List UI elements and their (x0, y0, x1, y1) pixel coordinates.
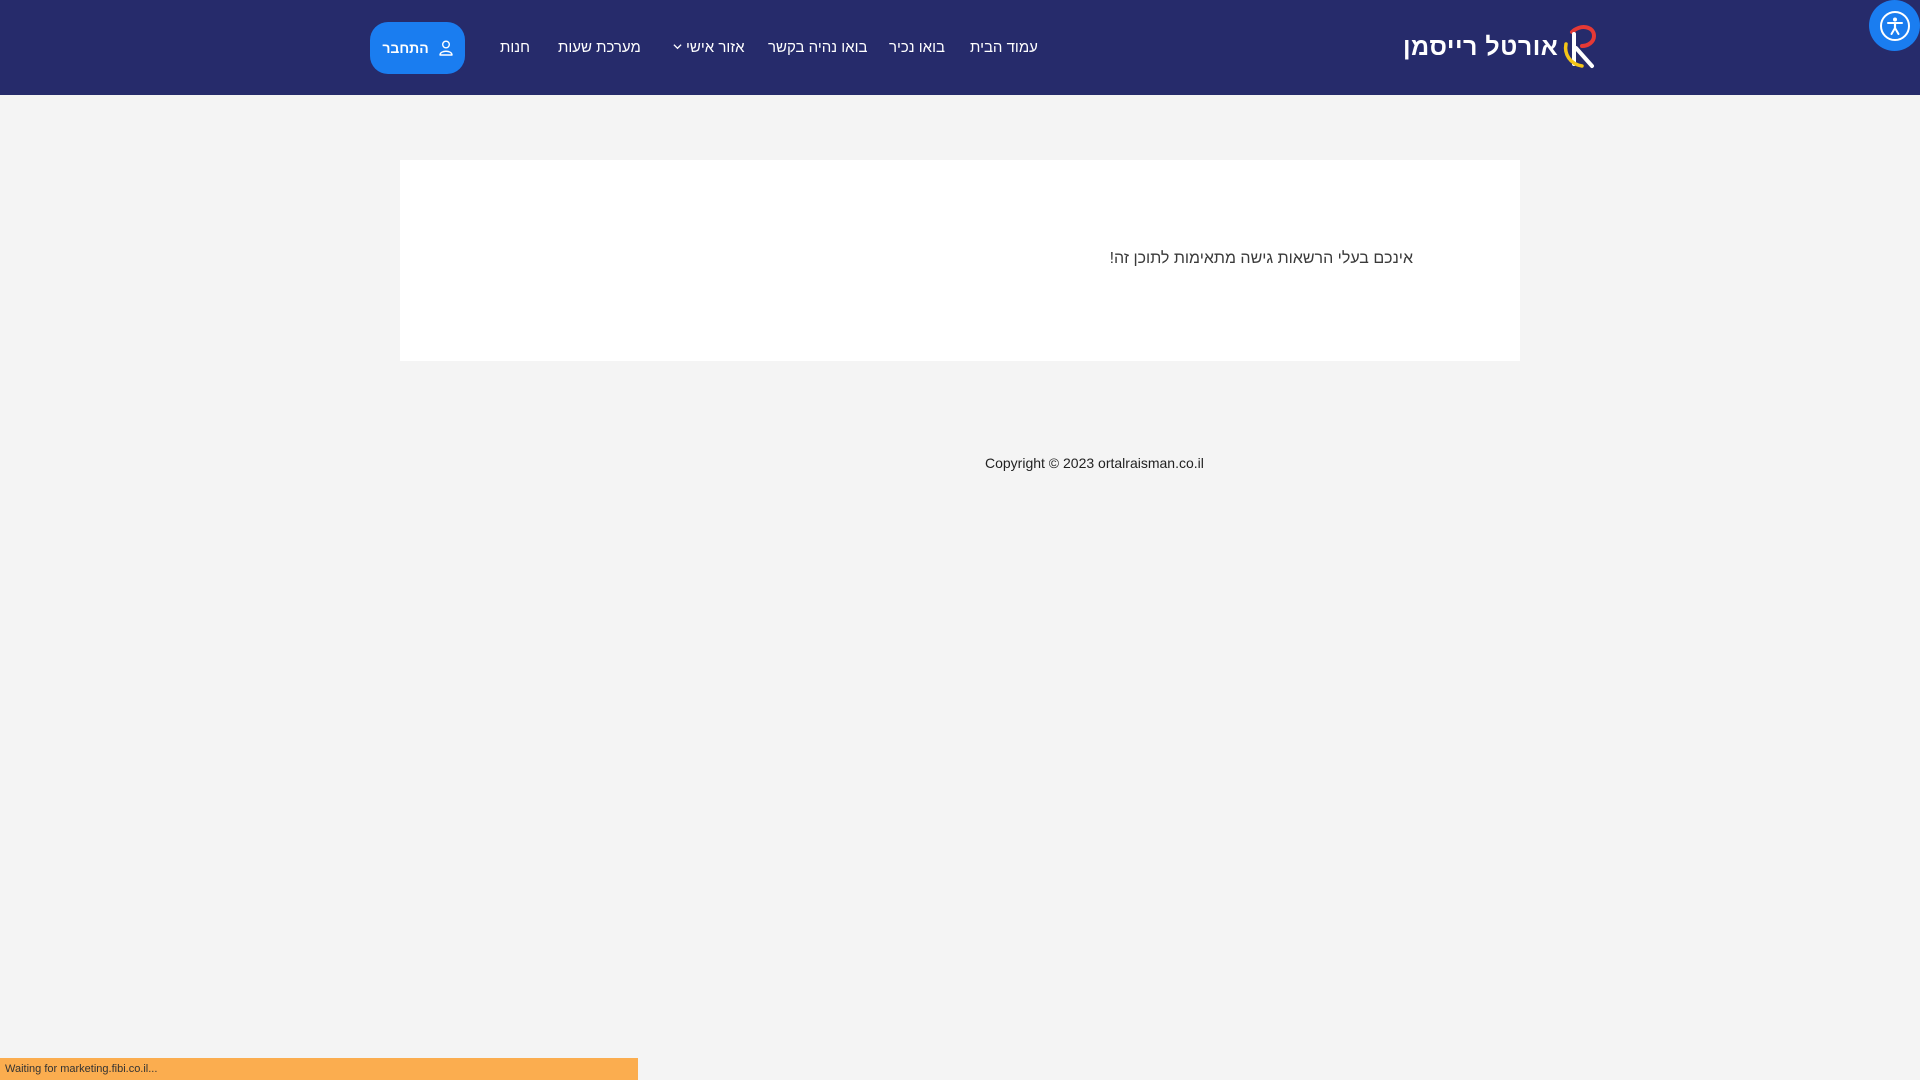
nav-item-contact[interactable]: בואו נהיה בקשר (768, 36, 867, 60)
footer-copyright: Copyright © 2023 ortalraisman.co.il (985, 455, 1204, 471)
nav-item-shop[interactable]: חנות (500, 36, 530, 60)
browser-status-bar: Waiting for marketing.fibi.co.il... (0, 1058, 638, 1080)
content-card: אינכם בעלי הרשאות גישה מתאימות לתוכן זה! (400, 160, 1520, 361)
nav-item-personal-area-label: אזור אישי (686, 39, 745, 56)
nav-item-about[interactable]: בואו נכיר (889, 36, 945, 60)
site-header: אורטל רייסמן עמוד הבית בואו נכיר בואו נה… (0, 0, 1920, 95)
nav-item-home[interactable]: עמוד הבית (970, 36, 1038, 60)
accessibility-icon (1886, 17, 1903, 35)
chevron-down-icon (673, 44, 682, 50)
accessibility-button[interactable] (1869, 0, 1920, 51)
user-icon (438, 40, 453, 56)
nav-item-personal-area[interactable]: אזור אישי (673, 36, 745, 60)
login-button-label: התחבר (382, 40, 429, 56)
accessibility-icon-ring (1879, 10, 1910, 41)
main-nav: עמוד הבית בואו נכיר בואו נהיה בקשר אזור … (0, 36, 1920, 60)
access-denied-message: אינכם בעלי הרשאות גישה מתאימות לתוכן זה! (1109, 250, 1413, 267)
nav-item-timetable[interactable]: מערכת שעות (558, 36, 641, 60)
login-button[interactable]: התחבר (370, 22, 465, 74)
